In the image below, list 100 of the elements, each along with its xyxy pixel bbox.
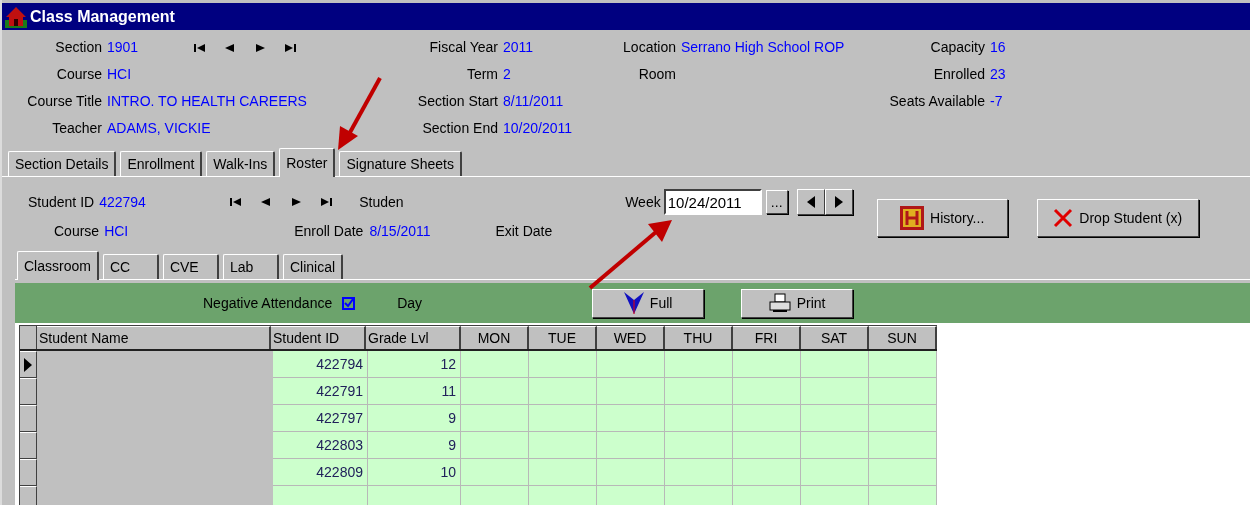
- table-cell: [869, 378, 937, 405]
- table-cell: [801, 351, 869, 378]
- first-record-icon[interactable]: [229, 197, 244, 207]
- table-cell: [869, 459, 937, 486]
- next-week-button[interactable]: [824, 189, 853, 215]
- field-value: 1901: [107, 38, 139, 57]
- table-cell: 422794: [273, 351, 368, 378]
- table-cell: [869, 432, 937, 459]
- first-record-icon[interactable]: [193, 42, 208, 53]
- table-cell: [529, 351, 597, 378]
- last-record-icon[interactable]: [319, 197, 334, 207]
- field-label: Capacity: [929, 38, 985, 57]
- table-cell: [529, 378, 597, 405]
- tab[interactable]: Clinical: [282, 254, 344, 279]
- history-button[interactable]: History...: [876, 199, 1008, 237]
- table-cell: [529, 432, 597, 459]
- field-label: Enroll Date: [294, 221, 364, 241]
- field-label: Room: [637, 65, 676, 84]
- table-cell: [529, 459, 597, 486]
- tab[interactable]: Lab: [222, 254, 279, 279]
- table-cell: 12: [368, 351, 461, 378]
- table-cell: [461, 432, 529, 459]
- table-cell: 422803: [273, 432, 368, 459]
- field-value: Serrano High School ROP: [681, 38, 845, 57]
- table-cell: 422809: [273, 459, 368, 486]
- tab[interactable]: Enrollment: [120, 151, 203, 176]
- current-row-icon: [24, 357, 32, 372]
- row-selector[interactable]: [20, 351, 37, 378]
- table-cell: [869, 405, 937, 432]
- right-arrow-icon: [834, 196, 843, 208]
- field-value: 23: [990, 65, 1006, 84]
- table-cell: [869, 486, 937, 505]
- field-label: Course: [55, 65, 102, 84]
- field-label: Week: [625, 192, 661, 212]
- column-header: SAT: [801, 326, 869, 349]
- field-label: Teacher: [51, 119, 102, 138]
- window-title: Class Management: [30, 6, 175, 27]
- column-header: SUN: [869, 326, 937, 349]
- week-field[interactable]: 10/24/2011: [663, 189, 762, 215]
- field-label: Exit Date: [495, 221, 553, 241]
- table-cell: [597, 486, 665, 505]
- row-selector[interactable]: [20, 459, 37, 486]
- table-cell: [529, 486, 597, 505]
- field-value: 8/11/2011: [503, 92, 564, 111]
- field-label: Location: [622, 38, 676, 57]
- field-value: -7: [990, 92, 1003, 111]
- field-value: ADAMS, VICKIE: [107, 119, 211, 138]
- tab[interactable]: Classroom: [17, 251, 99, 280]
- field-value: 10/20/2011: [503, 119, 573, 138]
- table-cell: [801, 432, 869, 459]
- table-cell: [597, 432, 665, 459]
- checkbox[interactable]: [342, 296, 356, 310]
- column-header: TUE: [529, 326, 597, 349]
- table-cell: 9: [368, 405, 461, 432]
- table-cell: [597, 351, 665, 378]
- browse-button[interactable]: ...: [765, 190, 788, 214]
- last-record-icon[interactable]: [283, 42, 298, 53]
- full-button[interactable]: Full: [592, 288, 705, 318]
- h-letter-icon: [900, 206, 925, 230]
- table-cell: [733, 459, 801, 486]
- table-cell: [665, 486, 733, 505]
- table-cell: [461, 351, 529, 378]
- table-cell: [733, 351, 801, 378]
- table-cell: [461, 405, 529, 432]
- tab[interactable]: Signature Sheets: [339, 151, 462, 176]
- table-cell: [801, 486, 869, 505]
- table-cell: 11: [368, 378, 461, 405]
- tab[interactable]: Roster: [279, 148, 336, 177]
- table-cell: [733, 405, 801, 432]
- printer-icon: [768, 293, 791, 313]
- field-label: Section: [54, 38, 102, 57]
- drop-student-button[interactable]: Drop Student (x): [1036, 199, 1199, 237]
- field-value: HCI: [107, 65, 132, 84]
- column-header: MON: [461, 326, 529, 349]
- table-cell: [869, 351, 937, 378]
- row-selector[interactable]: [20, 378, 37, 405]
- previous-week-button[interactable]: [796, 189, 825, 215]
- field-label: Term: [465, 65, 498, 84]
- field-label: Studen: [359, 192, 405, 212]
- row-selector[interactable]: [20, 486, 37, 505]
- day-label: Day: [397, 293, 423, 313]
- print-button[interactable]: Print: [741, 288, 854, 318]
- table-cell: [529, 405, 597, 432]
- table-cell: [733, 378, 801, 405]
- table-cell: [733, 486, 801, 505]
- table-cell: [461, 486, 529, 505]
- field-value: 16: [990, 38, 1006, 57]
- table-cell: 422791: [273, 378, 368, 405]
- table-cell: 9: [368, 432, 461, 459]
- field-label: Seats Available: [888, 92, 985, 111]
- left-arrow-icon: [806, 196, 815, 208]
- tab[interactable]: CC: [102, 254, 159, 279]
- table-cell: [665, 432, 733, 459]
- table-cell: [597, 459, 665, 486]
- row-selector[interactable]: [20, 405, 37, 432]
- column-header: WED: [597, 326, 665, 349]
- tab[interactable]: Section Details: [8, 151, 117, 176]
- tab[interactable]: Walk-Ins: [206, 151, 276, 176]
- tab[interactable]: CVE: [162, 254, 219, 279]
- row-selector[interactable]: [20, 432, 37, 459]
